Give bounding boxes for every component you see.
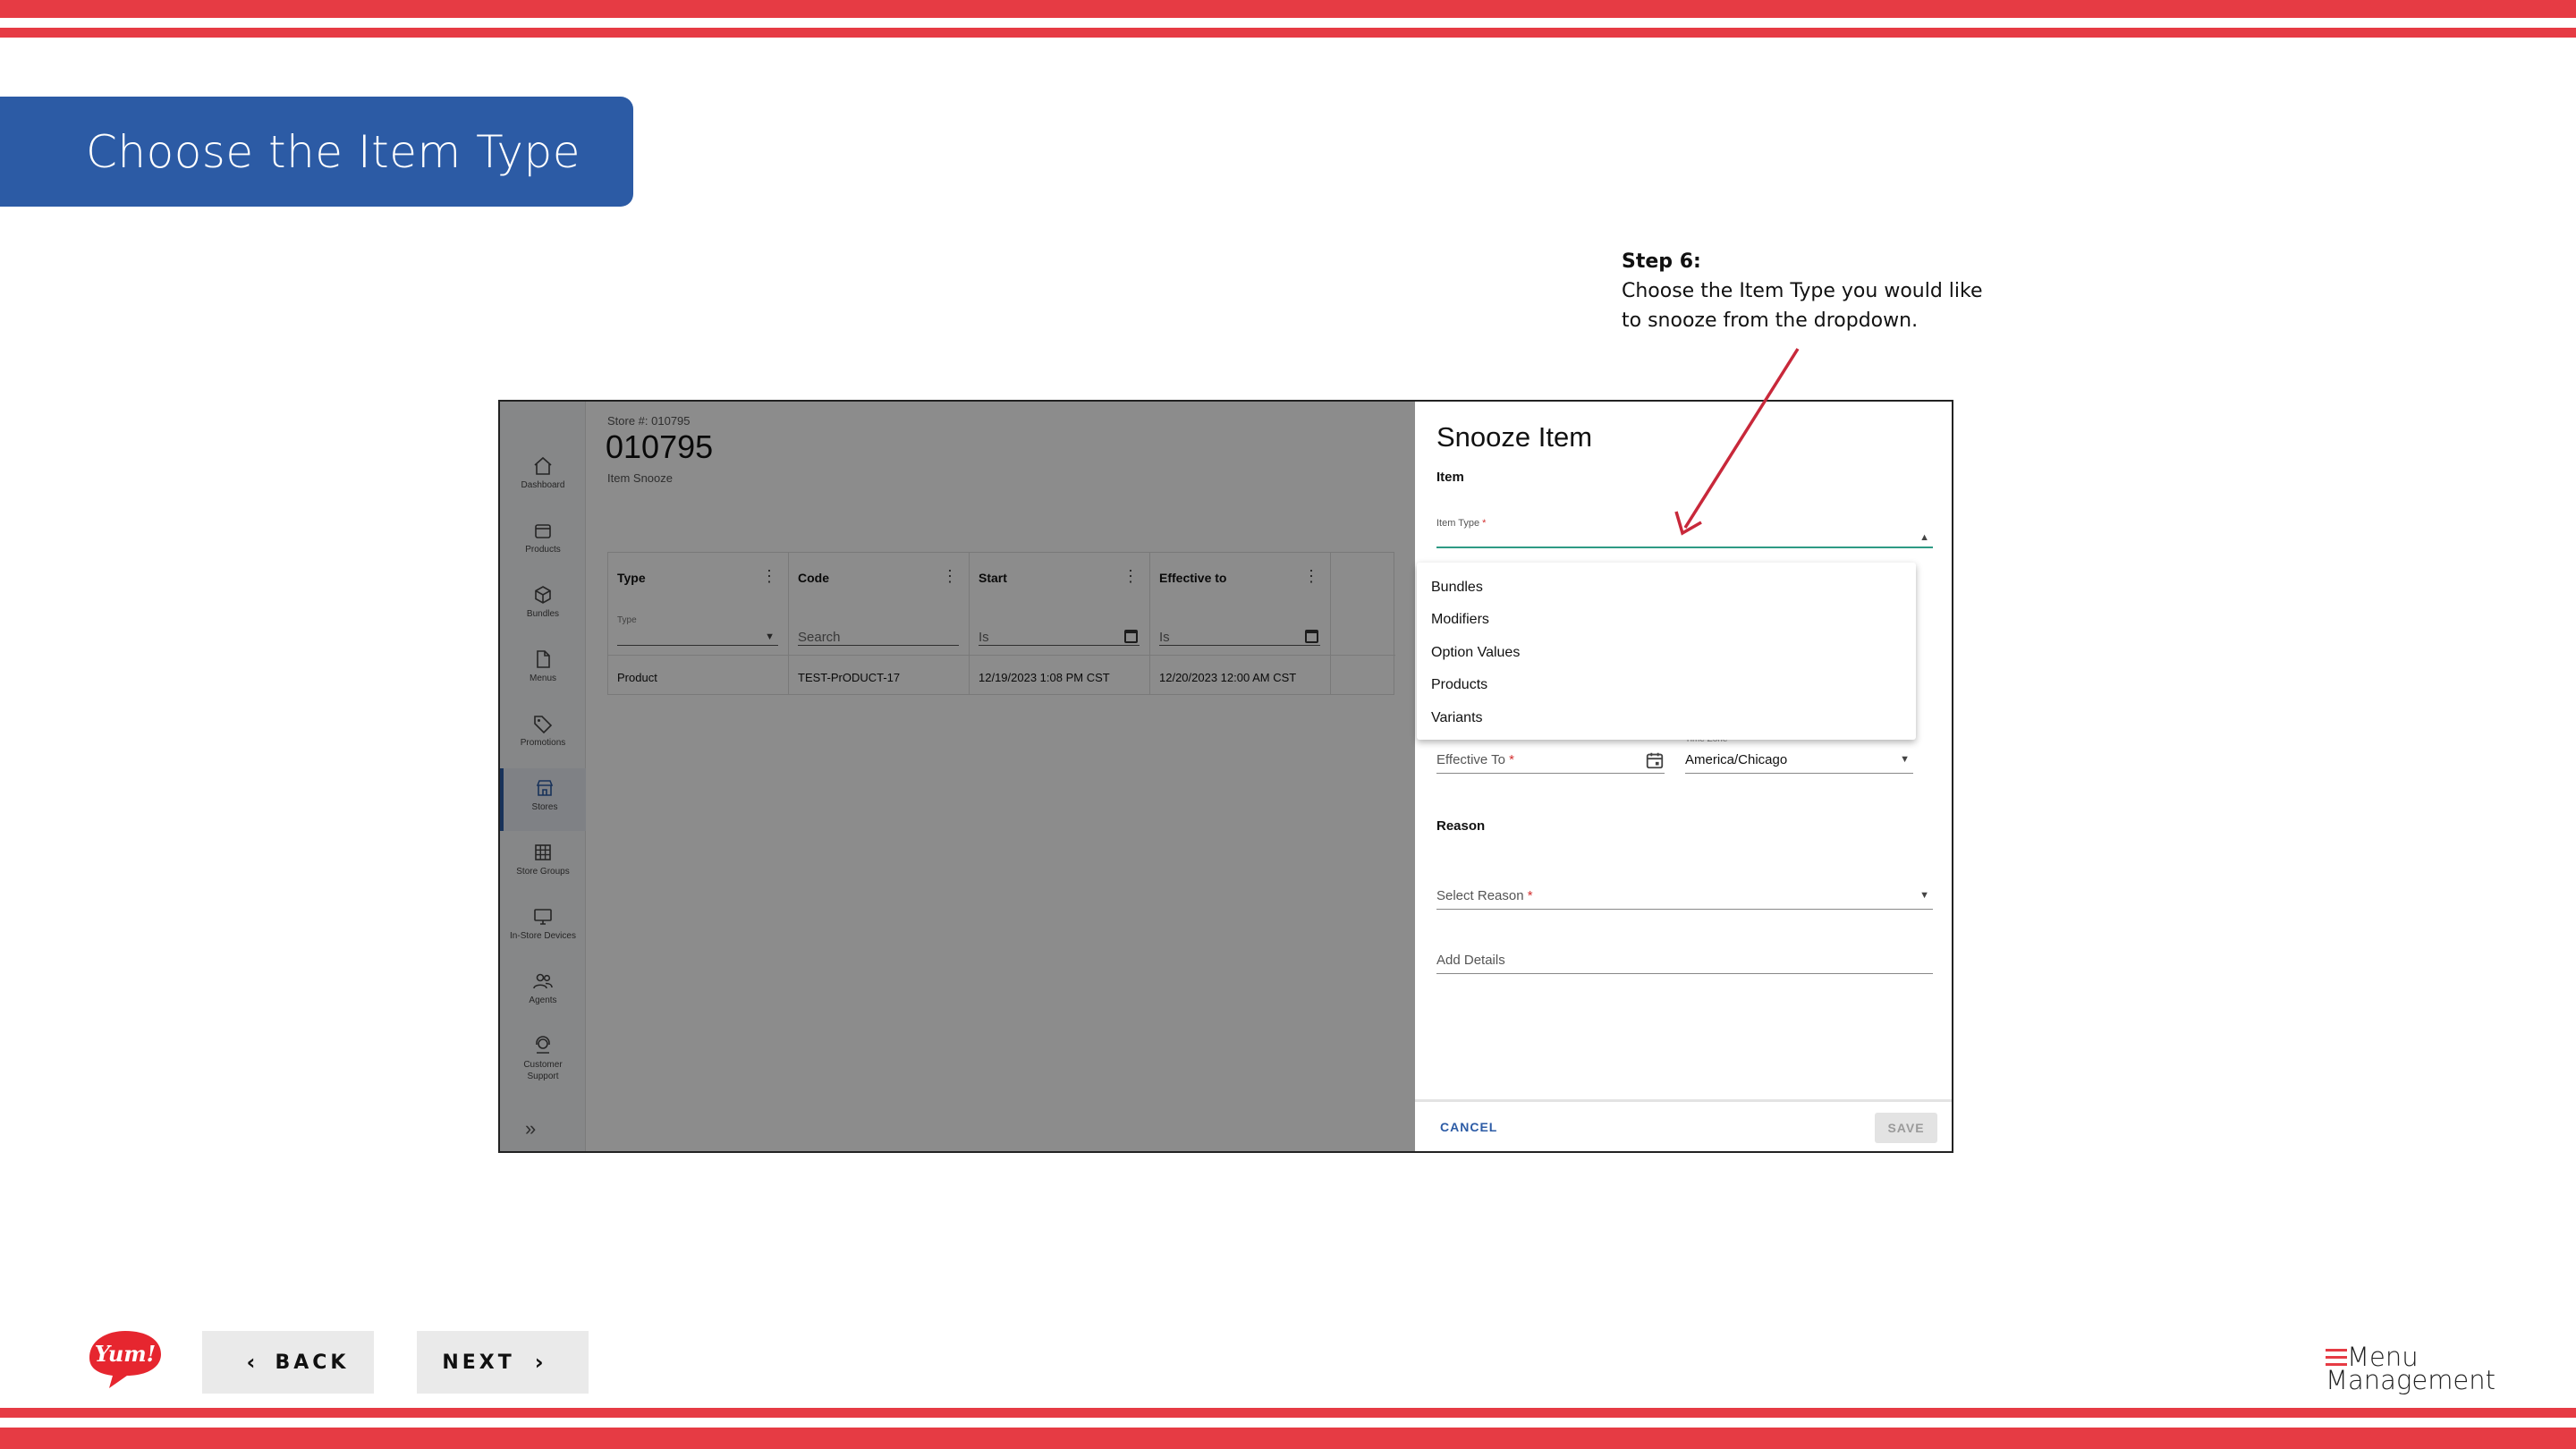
item-type-dropdown: Bundles Modifiers Option Values Products…: [1417, 563, 1916, 740]
step-text: Choose the Item Type you would like to s…: [1622, 280, 1983, 332]
add-details-field[interactable]: Add Details: [1436, 949, 1933, 974]
reason-section-label: Reason: [1436, 818, 1486, 834]
next-label: NEXT: [442, 1351, 515, 1374]
snooze-item-panel: Snooze Item Item Item Type * ▲ Effective…: [1415, 402, 1952, 1151]
step-label: Step 6:: [1622, 250, 1701, 273]
save-button[interactable]: SAVE: [1875, 1113, 1937, 1143]
effective-to-label: Effective To *: [1436, 752, 1515, 767]
bottom-stripe-2: [0, 1428, 2576, 1449]
top-stripe-1: [0, 0, 2576, 18]
item-type-label: Item Type *: [1436, 518, 1487, 529]
chevron-left-icon: ‹: [246, 1350, 256, 1375]
dropdown-option-modifiers[interactable]: Modifiers: [1417, 604, 1916, 636]
svg-text:Yum!: Yum!: [95, 1341, 156, 1367]
caret-down-icon: ▼: [1919, 890, 1929, 901]
menu-management-logo: Menu Management: [2326, 1342, 2496, 1395]
dropdown-option-variants[interactable]: Variants: [1417, 702, 1916, 734]
add-details-label: Add Details: [1436, 953, 1505, 968]
back-button[interactable]: ‹ BACK: [202, 1331, 374, 1394]
item-section-label: Item: [1436, 470, 1464, 485]
select-reason-select[interactable]: Select Reason * ▼: [1436, 885, 1933, 910]
select-reason-label: Select Reason *: [1436, 888, 1533, 903]
item-type-select[interactable]: Item Type * ▲: [1436, 509, 1933, 548]
dropdown-option-bundles[interactable]: Bundles: [1417, 572, 1916, 604]
calendar-icon[interactable]: [1645, 750, 1665, 770]
modal-backdrop[interactable]: [500, 402, 1415, 1151]
slide: Choose the Item Type Step 6: Choose the …: [0, 0, 2576, 1449]
back-label: BACK: [275, 1351, 350, 1374]
dropdown-option-products[interactable]: Products: [1417, 669, 1916, 701]
slide-title: Choose the Item Type: [86, 125, 580, 178]
effective-to-field[interactable]: Effective To *: [1436, 749, 1665, 774]
time-zone-value: America/Chicago: [1685, 752, 1788, 767]
next-button[interactable]: NEXT ›: [417, 1331, 589, 1394]
caret-up-icon: ▲: [1919, 532, 1929, 543]
dropdown-option-option-values[interactable]: Option Values: [1417, 637, 1916, 669]
app-screenshot: Dashboard Products Bundles Menus Promoti…: [498, 400, 1953, 1153]
chevron-right-icon: ›: [534, 1350, 544, 1375]
panel-title: Snooze Item: [1436, 421, 1593, 453]
top-stripe-2: [0, 28, 2576, 38]
yum-logo: Yum!: [89, 1331, 161, 1388]
bottom-stripe-1: [0, 1408, 2576, 1418]
store-page: Dashboard Products Bundles Menus Promoti…: [500, 402, 1415, 1151]
panel-footer: CANCEL SAVE: [1415, 1099, 1952, 1151]
title-banner: Choose the Item Type: [0, 97, 633, 207]
cancel-button[interactable]: CANCEL: [1440, 1120, 1497, 1134]
time-zone-select[interactable]: Time Zone America/Chicago ▼: [1685, 734, 1913, 774]
step-callout: Step 6: Choose the Item Type you would l…: [1622, 247, 1997, 335]
caret-down-icon: ▼: [1900, 754, 1910, 765]
